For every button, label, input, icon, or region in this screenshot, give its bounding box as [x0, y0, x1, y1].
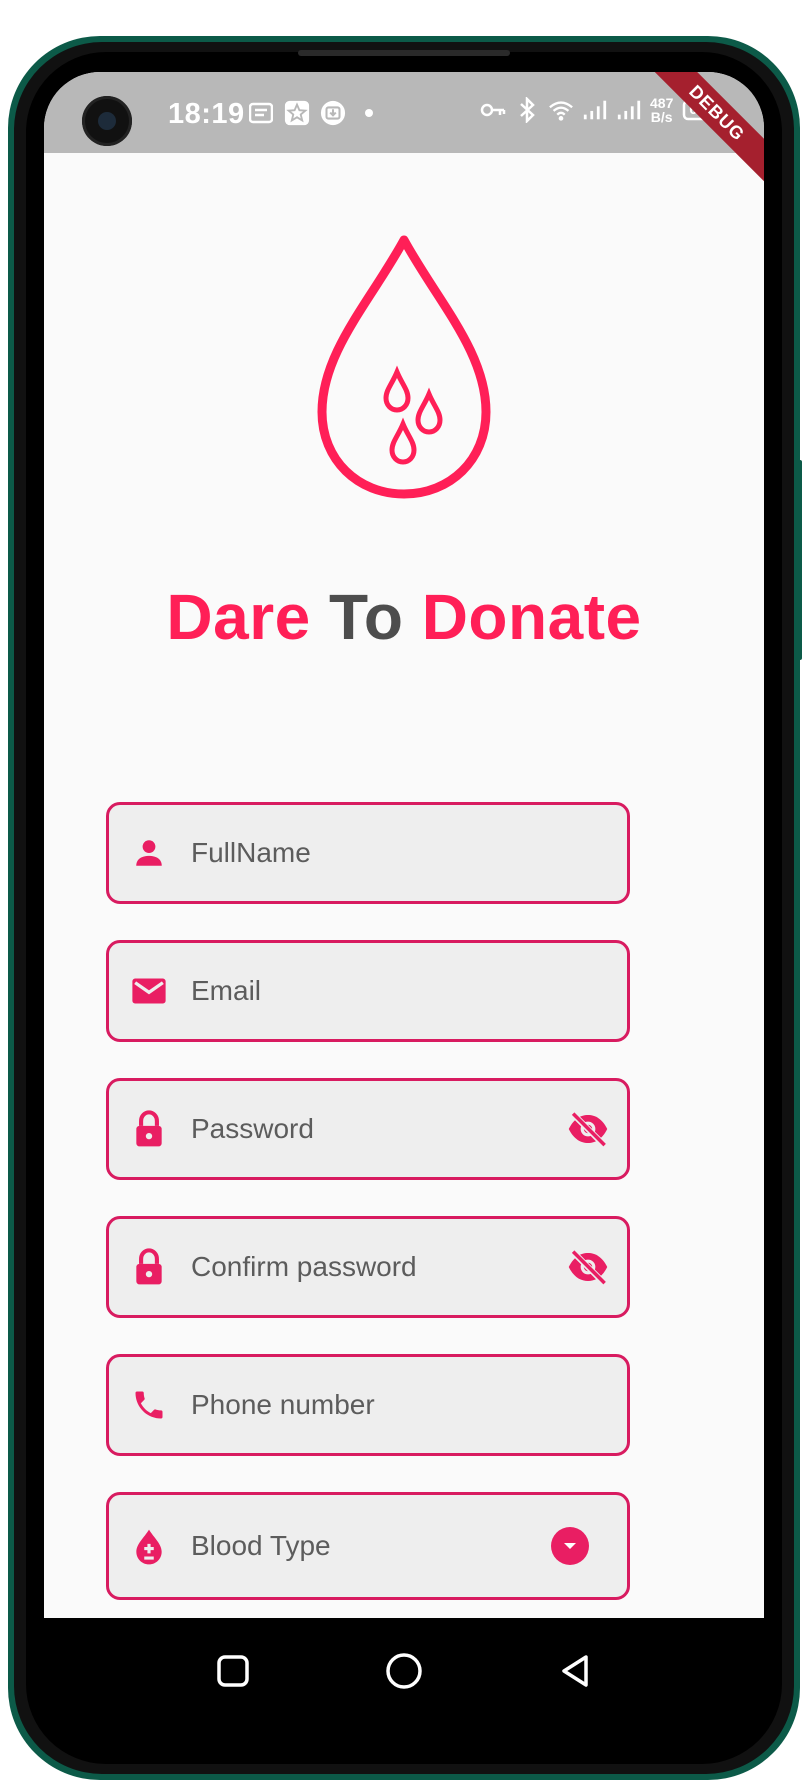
home-circle-icon[interactable]: [379, 1646, 429, 1696]
visibility-off-icon[interactable]: [567, 1247, 609, 1287]
fullname-input[interactable]: [191, 805, 551, 901]
title-word-donate: Donate: [421, 581, 642, 653]
signal-icon: [582, 97, 608, 123]
bluetooth-icon: [514, 97, 540, 123]
blood-type-dropdown[interactable]: Blood Type: [106, 1492, 630, 1600]
phone-input[interactable]: [191, 1357, 551, 1453]
title-word-dare: Dare: [166, 581, 311, 653]
lock-icon: [131, 1110, 167, 1147]
app-logo-drop-icon: [300, 232, 508, 517]
side-button: [796, 460, 802, 660]
phone-field[interactable]: [106, 1354, 630, 1456]
password-field[interactable]: [106, 1078, 630, 1180]
visibility-off-icon[interactable]: [567, 1109, 609, 1149]
signal-icon-2: [616, 97, 642, 123]
email-input[interactable]: [191, 943, 551, 1039]
confirm-password-field[interactable]: [106, 1216, 630, 1318]
message-icon: [248, 100, 274, 126]
net-speed: 487 B/s: [650, 95, 674, 125]
star-notification-icon: [284, 100, 310, 126]
status-bar: 18:19 487 B/s DEBUG: [44, 72, 764, 191]
mail-icon: [131, 973, 167, 1009]
dot-icon: [356, 100, 382, 126]
back-triangle-icon[interactable]: [550, 1646, 600, 1696]
lock-icon: [131, 1248, 167, 1285]
navigation-bar: [44, 1618, 764, 1724]
vpn-key-icon: [480, 97, 506, 123]
earpiece: [298, 50, 510, 56]
phone-icon: [131, 1387, 167, 1423]
app-screen: 18:19 487 B/s DEBUG Dare To Donate FullN…: [44, 72, 764, 1618]
download-notification-icon: [320, 100, 346, 126]
status-time: 18:19: [168, 98, 245, 130]
debug-banner: DEBUG: [639, 72, 764, 191]
blood-drop-icon: [131, 1529, 167, 1565]
recents-square-icon[interactable]: [208, 1646, 258, 1696]
email-field[interactable]: [106, 940, 630, 1042]
front-camera: [82, 96, 132, 146]
arrow-drop-down-circle-icon[interactable]: [551, 1527, 589, 1565]
wifi-icon: [548, 97, 574, 123]
title-word-to: To: [328, 581, 404, 653]
confirm-password-input[interactable]: [191, 1219, 551, 1315]
fullname-field[interactable]: [106, 802, 630, 904]
blood-type-label: Blood Type: [191, 1530, 331, 1561]
person-icon: [131, 835, 167, 871]
app-title: Dare To Donate: [44, 580, 764, 654]
password-input[interactable]: [191, 1081, 551, 1177]
